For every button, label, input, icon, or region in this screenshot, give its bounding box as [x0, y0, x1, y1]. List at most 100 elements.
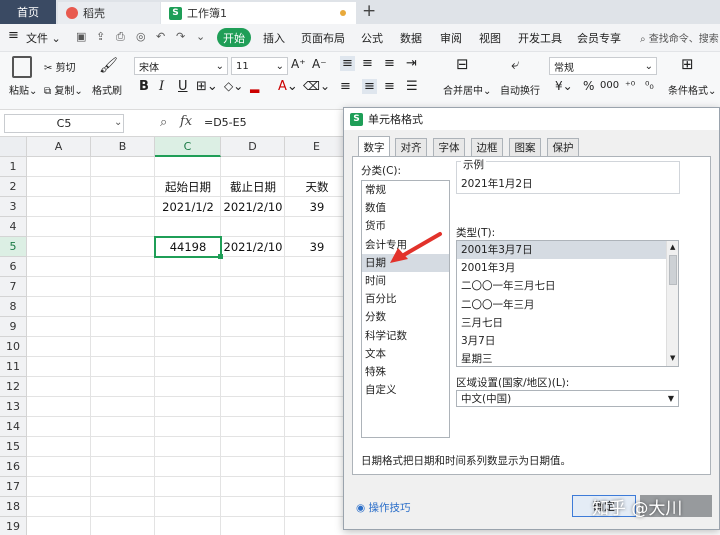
type-item[interactable]: 二〇〇一年三月七日	[457, 277, 678, 295]
fill-swatch-icon[interactable]: ▂	[250, 79, 259, 93]
cell-e5[interactable]: 39	[285, 237, 344, 257]
menu-formulas[interactable]: 公式	[361, 30, 383, 46]
menu-developer[interactable]: 开发工具	[518, 30, 562, 46]
row-header[interactable]: 17	[0, 477, 27, 497]
type-item-selected[interactable]: 2001年3月7日	[457, 241, 678, 260]
row-header[interactable]: 10	[0, 337, 27, 357]
cell-c5-active[interactable]: 44198	[154, 236, 222, 258]
row-header[interactable]: 18	[0, 497, 27, 517]
cell-e2[interactable]: 天数	[285, 177, 344, 197]
row-header[interactable]: 19	[0, 517, 27, 535]
menu-data[interactable]: 数据	[400, 30, 422, 46]
decrease-font-icon[interactable]: A⁻	[312, 57, 327, 71]
menu-file[interactable]: 文件 ⌄	[26, 30, 61, 46]
row-header[interactable]: 9	[0, 317, 27, 337]
row-header[interactable]: 7	[0, 277, 27, 297]
row-header[interactable]: 1	[0, 157, 27, 177]
type-item[interactable]: 2001年3月	[457, 259, 678, 277]
align-left-icon[interactable]: ≡	[340, 79, 351, 94]
name-box-dropdown-icon[interactable]: ⌄	[114, 117, 122, 128]
percent-button[interactable]: %	[583, 79, 594, 93]
column-header-c[interactable]: C	[155, 137, 221, 157]
row-header[interactable]: 14	[0, 417, 27, 437]
row-header[interactable]: 8	[0, 297, 27, 317]
italic-button[interactable]: I	[159, 79, 164, 94]
row-header[interactable]: 11	[0, 357, 27, 377]
export-icon[interactable]: ⇪	[96, 30, 105, 43]
format-painter-button[interactable]: 格式刷	[92, 82, 122, 97]
print-icon[interactable]: ⎙	[116, 30, 125, 44]
row-header[interactable]: 15	[0, 437, 27, 457]
thousands-button[interactable]: 000	[600, 80, 619, 91]
paste-icon[interactable]	[12, 56, 32, 78]
type-list-scrollbar[interactable]: ▲ ▼	[666, 241, 678, 366]
row-header[interactable]: 4	[0, 217, 27, 237]
tab-workbook[interactable]: S 工作簿1	[161, 2, 356, 24]
select-all-corner[interactable]	[0, 137, 27, 157]
cell-d5[interactable]: 2021/2/10	[221, 237, 285, 257]
number-format-select[interactable]: 常规 ⌄	[549, 57, 657, 75]
category-list[interactable]: 常规 数值 货币 会计专用 日期 时间 百分比 分数 科学记数 文本 特殊 自定…	[361, 180, 450, 438]
menu-member[interactable]: 会员专享	[577, 30, 621, 46]
copy-button[interactable]: ⧉ 复制⌄	[44, 82, 83, 97]
menu-page-layout[interactable]: 页面布局	[301, 30, 345, 46]
category-item[interactable]: 分数	[362, 308, 449, 326]
row-header[interactable]: 3	[0, 197, 27, 217]
align-top-icon[interactable]: ≡	[340, 56, 355, 71]
tab-font[interactable]: 字体	[433, 138, 465, 156]
underline-button[interactable]: U	[178, 79, 188, 94]
save-icon[interactable]: ▣	[76, 30, 86, 43]
row-header[interactable]: 16	[0, 457, 27, 477]
category-item[interactable]: 常规	[362, 181, 449, 199]
new-tab-button[interactable]: +	[362, 1, 376, 21]
category-item[interactable]: 百分比	[362, 290, 449, 308]
hamburger-icon[interactable]: ≡	[8, 28, 19, 43]
type-item[interactable]: 3月7日	[457, 332, 678, 350]
row-header[interactable]: 6	[0, 257, 27, 277]
row-header[interactable]: 5	[0, 237, 27, 257]
category-item[interactable]: 自定义	[362, 381, 449, 399]
category-item[interactable]: 文本	[362, 345, 449, 363]
type-item[interactable]: 星期三	[457, 350, 678, 366]
command-search[interactable]: ⌕ 查找命令、搜索	[640, 30, 719, 45]
preview-icon[interactable]: ◎	[136, 30, 146, 43]
redo-icon[interactable]: ↷	[176, 30, 185, 43]
column-header-b[interactable]: B	[91, 137, 155, 157]
indent-icon[interactable]: ⇥	[406, 56, 417, 71]
tab-number[interactable]: 数字	[358, 136, 390, 157]
column-header-e[interactable]: E	[285, 137, 344, 157]
wrap-text-button[interactable]: 自动换行	[500, 82, 540, 97]
decrease-decimal-icon[interactable]: ⁰₀	[645, 79, 654, 92]
row-header[interactable]: 12	[0, 377, 27, 397]
scroll-up-icon[interactable]: ▲	[670, 243, 675, 251]
category-item[interactable]: 科学记数	[362, 327, 449, 345]
cell-c3[interactable]: 2021/1/2	[155, 197, 221, 217]
type-item[interactable]: 三月七日	[457, 314, 678, 332]
tab-border[interactable]: 边框	[471, 138, 503, 156]
font-size-select[interactable]: 11 ⌄	[231, 57, 288, 75]
tab-pattern[interactable]: 图案	[509, 138, 541, 156]
cell-e3[interactable]: 39	[285, 197, 344, 217]
align-bottom-icon[interactable]: ≡	[384, 56, 395, 71]
menu-start[interactable]: 开始	[217, 28, 251, 47]
cell-c2[interactable]: 起始日期	[155, 177, 221, 197]
undo-icon[interactable]: ↶	[156, 30, 165, 43]
merge-center-icon[interactable]: ⊟	[456, 55, 469, 73]
column-header-a[interactable]: A	[27, 137, 91, 157]
tab-docer[interactable]: 稻壳	[58, 2, 160, 24]
cut-button[interactable]: ✂ 剪切	[44, 59, 76, 74]
cell-d3[interactable]: 2021/2/10	[221, 197, 285, 217]
paste-button[interactable]: 粘贴⌄	[9, 82, 37, 97]
row-header[interactable]: 2	[0, 177, 27, 197]
tab-protection[interactable]: 保护	[547, 138, 579, 156]
menu-insert[interactable]: 插入	[263, 30, 285, 46]
clear-format-icon[interactable]: ⌫⌄	[303, 79, 330, 93]
row-header[interactable]: 13	[0, 397, 27, 417]
type-list[interactable]: 2001年3月7日 2001年3月 二〇〇一年三月七日 二〇〇一年三月 三月七日…	[456, 240, 679, 367]
align-right-icon[interactable]: ≡	[384, 79, 395, 94]
font-color-button[interactable]: A⌄	[278, 79, 298, 94]
increase-decimal-icon[interactable]: ⁺⁰	[625, 79, 635, 92]
type-item[interactable]: 二〇〇一年三月	[457, 296, 678, 314]
fx-icon[interactable]: fx	[180, 114, 192, 129]
bold-button[interactable]: B	[139, 79, 149, 94]
